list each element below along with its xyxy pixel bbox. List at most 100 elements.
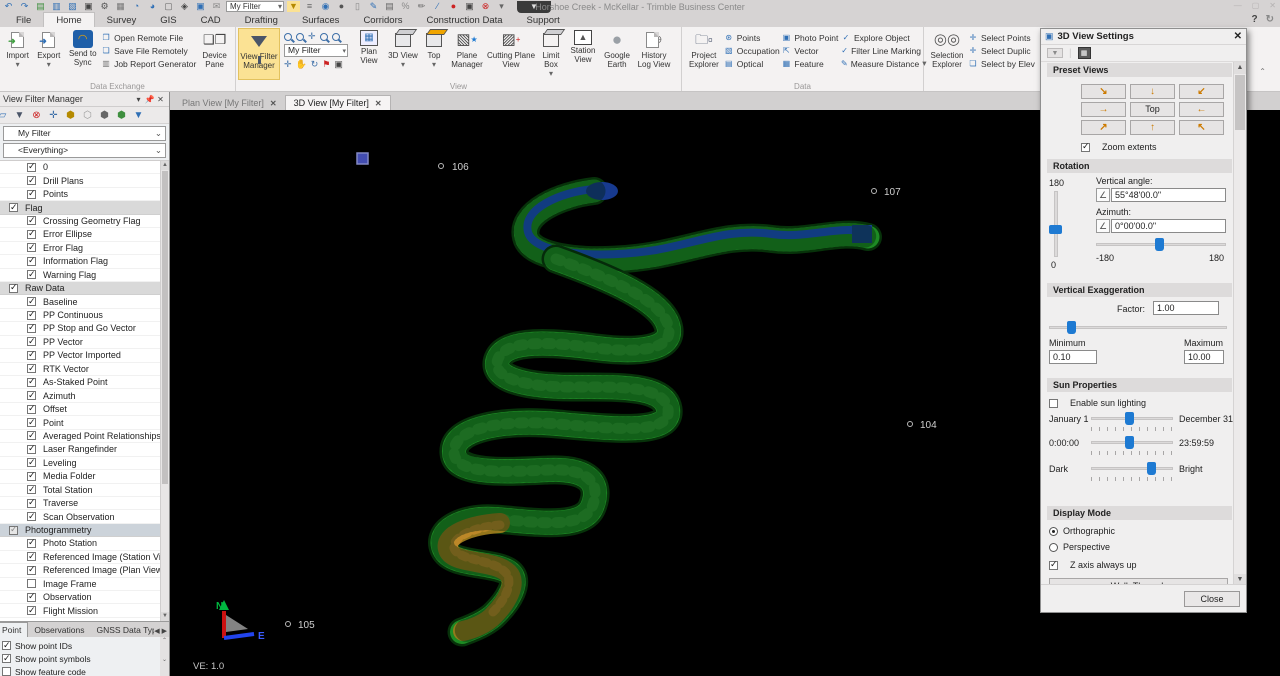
tree-row[interactable]: Scan Observation xyxy=(0,510,160,523)
tree-row[interactable]: PP Stop and Go Vector xyxy=(0,322,160,335)
tree-row[interactable]: Point xyxy=(0,416,160,429)
tree-checkbox[interactable] xyxy=(27,270,36,279)
tree-row[interactable]: Flag xyxy=(0,201,160,214)
points-button[interactable]: ⊛Points xyxy=(724,32,782,43)
plane-manager-button[interactable]: ▧★ Plane Manager xyxy=(448,28,486,80)
point-marker-105[interactable] xyxy=(286,622,291,627)
tree-checkbox[interactable] xyxy=(27,552,36,561)
exaggeration-handle[interactable] xyxy=(1067,321,1076,334)
ribbon-tab[interactable]: CAD xyxy=(189,13,233,27)
tree-row[interactable]: Photogrammetry xyxy=(0,524,160,537)
tree-checkbox[interactable] xyxy=(27,405,36,414)
stop-icon[interactable]: ⊗ xyxy=(479,1,492,12)
plan-view-button[interactable]: ▦ Plan View xyxy=(352,28,386,80)
zoom-out-icon[interactable] xyxy=(296,33,304,41)
preset-view-iso-se-button[interactable]: ↘ xyxy=(1081,84,1126,99)
view-filter-manager-button[interactable]: View Filter Manager xyxy=(238,28,280,80)
top-view-button[interactable]: Top▾ xyxy=(420,28,448,80)
table-icon[interactable]: ▤ xyxy=(383,1,396,12)
panel-pin-icon[interactable]: 📌 xyxy=(144,95,155,104)
option-row[interactable]: Show point IDs xyxy=(2,639,169,652)
ribbon-filter-combo[interactable]: My Filter xyxy=(284,44,348,57)
settings-icon[interactable]: ⚙ xyxy=(98,1,111,12)
help-icon[interactable]: ? xyxy=(1252,14,1258,25)
tree-checkbox[interactable] xyxy=(27,418,36,427)
close-window-icon[interactable]: ✕ xyxy=(1269,1,1276,10)
sun-brightness-handle[interactable] xyxy=(1147,462,1156,475)
filter-tab[interactable]: Point xyxy=(0,622,28,637)
vertical-angle-slider[interactable] xyxy=(1054,191,1058,257)
tree-checkbox[interactable] xyxy=(27,593,36,602)
option-checkbox[interactable] xyxy=(2,641,11,650)
tree-row[interactable]: Baseline xyxy=(0,295,160,308)
orbit-icon[interactable]: ✋ xyxy=(296,59,307,70)
record-icon[interactable]: ● xyxy=(447,1,460,12)
close-button[interactable]: Close xyxy=(1184,591,1240,607)
tree-checkbox[interactable] xyxy=(27,606,36,615)
tree-checkbox[interactable] xyxy=(27,364,36,373)
filter-view-icon[interactable]: ▼ xyxy=(132,109,145,122)
tree-checkbox[interactable] xyxy=(27,243,36,252)
tree-row[interactable]: RTK Vector xyxy=(0,363,160,376)
tree-row[interactable]: Media Folder xyxy=(0,470,160,483)
plan-view-icon[interactable]: ▢ xyxy=(162,1,175,12)
tree-checkbox[interactable] xyxy=(9,526,18,535)
google-earth-button[interactable]: ● Google Earth xyxy=(600,28,634,80)
settings-scroll-thumb[interactable] xyxy=(1235,75,1245,130)
point-marker-107[interactable] xyxy=(872,189,877,194)
tree-checkbox[interactable] xyxy=(27,485,36,494)
pan-icon[interactable]: ✛ xyxy=(284,59,292,70)
ribbon-tab[interactable]: Support xyxy=(515,13,572,27)
sync-download-icon[interactable]: ◕ xyxy=(146,1,159,12)
layers-none-icon[interactable]: ⬡ xyxy=(81,109,94,122)
tree-row[interactable]: Azimuth xyxy=(0,389,160,402)
zoom-extents-option[interactable]: Zoom extents xyxy=(1081,142,1157,152)
zoom-in-icon[interactable] xyxy=(284,33,292,41)
cutting-plane-view-button[interactable]: ▨+ Cutting Plane View xyxy=(486,28,536,80)
quick-access-more-icon[interactable]: ▾ xyxy=(495,1,508,12)
tree-row[interactable]: Total Station xyxy=(0,484,160,497)
option-checkbox[interactable] xyxy=(2,667,11,676)
sun-time-handle[interactable] xyxy=(1125,436,1134,449)
ribbon-tab[interactable]: Home xyxy=(43,12,94,27)
vertical-angle-handle[interactable] xyxy=(1049,225,1062,234)
tree-row[interactable]: Leveling xyxy=(0,457,160,470)
tree-checkbox[interactable] xyxy=(27,216,36,225)
save-file-remotely-button[interactable]: ❏Save File Remotely xyxy=(101,45,196,56)
photo-point-button[interactable]: ▣Photo Point xyxy=(781,32,841,43)
tree-row[interactable]: Offset xyxy=(0,403,160,416)
3d-view-button[interactable]: 3D View▾ xyxy=(386,28,420,80)
maximize-icon[interactable]: ▢ xyxy=(1252,1,1260,10)
azimuth-field[interactable]: 0°00'00.0" xyxy=(1111,219,1226,233)
selection-explorer-button[interactable]: ◎◎ Selection Explorer xyxy=(926,28,968,80)
measure-distance-button[interactable]: ✎Measure Distance ▾ xyxy=(841,58,921,69)
tree-row[interactable]: Crossing Geometry Flag xyxy=(0,215,160,228)
export-button[interactable]: ➜ Export▾ xyxy=(33,28,64,80)
tree-row[interactable]: PP Vector xyxy=(0,336,160,349)
preset-view-right-button[interactable]: ← xyxy=(1179,102,1224,117)
tree-checkbox[interactable] xyxy=(27,391,36,400)
maximum-field[interactable]: 10.00 xyxy=(1184,350,1224,364)
preset-view-back-button[interactable]: ↑ xyxy=(1130,120,1175,135)
tree-row[interactable]: As-Staked Point xyxy=(0,376,160,389)
preset-view-top-button[interactable]: Top xyxy=(1130,102,1175,117)
tree-checkbox[interactable] xyxy=(27,472,36,481)
azimuth-handle[interactable] xyxy=(1155,238,1164,251)
preset-view-iso-nw-button[interactable]: ↖ xyxy=(1179,120,1224,135)
tab-3d-view[interactable]: 3D View [My Filter]✕ xyxy=(285,95,391,110)
tree-checkbox[interactable] xyxy=(27,499,36,508)
vector-button[interactable]: ⇱Vector xyxy=(781,45,841,56)
layers-all-icon[interactable]: ⬢ xyxy=(64,109,77,122)
tree-checkbox[interactable] xyxy=(27,190,36,199)
z-axis-checkbox[interactable] xyxy=(1049,561,1058,570)
filter-select[interactable]: My Filter xyxy=(3,126,166,141)
zoom-extents-checkbox[interactable] xyxy=(1081,143,1090,152)
factor-field[interactable]: 1.00 xyxy=(1153,301,1219,315)
open-project-icon[interactable]: ▥ xyxy=(50,1,63,12)
refresh-icon[interactable]: ↻ xyxy=(1266,14,1274,25)
preset-view-iso-ne-button[interactable]: ↗ xyxy=(1081,120,1126,135)
edit-icon[interactable]: ✎ xyxy=(367,1,380,12)
screen-icon[interactable]: ▣ xyxy=(334,59,343,70)
tree-row[interactable]: Information Flag xyxy=(0,255,160,268)
tree-row[interactable]: Photo Station xyxy=(0,537,160,550)
